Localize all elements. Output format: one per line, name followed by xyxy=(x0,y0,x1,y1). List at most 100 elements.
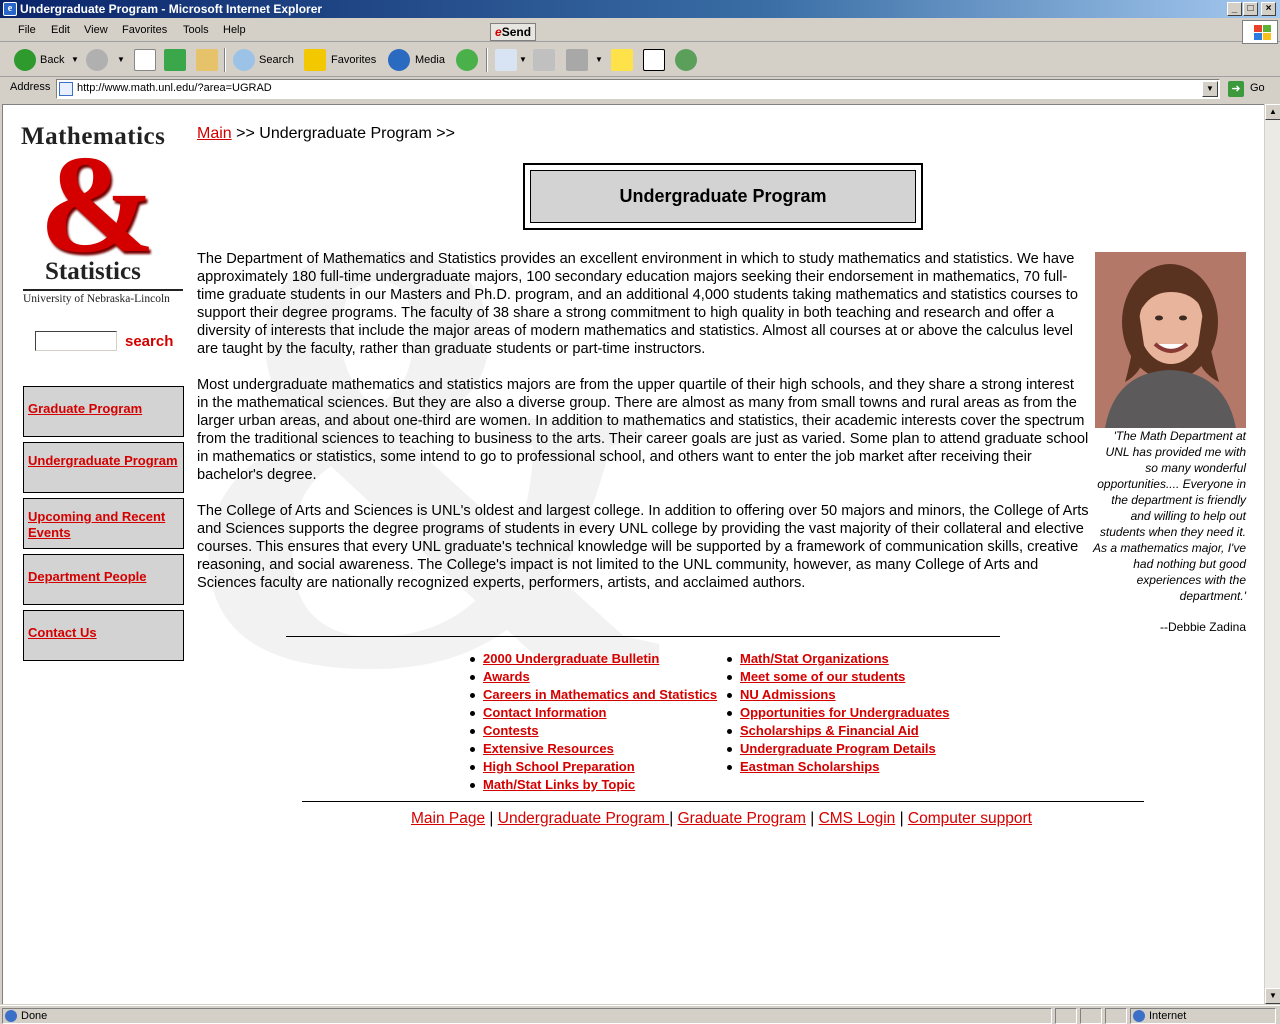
resource-link[interactable]: Contact Information xyxy=(483,705,607,720)
paragraph: The College of Arts and Sciences is UNL'… xyxy=(197,503,1089,591)
search-button[interactable]: search xyxy=(125,333,173,350)
nav-label[interactable]: Upcoming and Recent Events xyxy=(28,503,179,541)
page-title: Undergraduate Program xyxy=(530,170,916,223)
browser-window: e Undergraduate Program - Microsoft Inte… xyxy=(0,0,1280,1024)
footer-link-cms-login[interactable]: CMS Login xyxy=(819,810,896,827)
list-item: Undergraduate Program Details xyxy=(724,740,949,758)
favorites-button[interactable]: Favorites xyxy=(331,48,376,72)
vertical-scrollbar[interactable]: ▲ ▼ xyxy=(1264,104,1280,1004)
nav-graduate-program[interactable]: Graduate Program xyxy=(23,386,184,437)
list-item: NU Admissions xyxy=(724,686,949,704)
menu-edit[interactable]: Edit xyxy=(51,24,70,36)
nav-label[interactable]: Undergraduate Program xyxy=(28,447,179,469)
list-item: Careers in Mathematics and Statistics xyxy=(467,686,717,704)
resource-link[interactable]: Eastman Scholarships xyxy=(740,759,879,774)
quote-author: --Debbie Zadina xyxy=(1159,620,1246,634)
search-button[interactable]: Search xyxy=(259,48,294,72)
mail-dropdown-icon[interactable]: ▼ xyxy=(519,48,527,72)
footer-link-main-page[interactable]: Main Page xyxy=(411,810,485,827)
resource-link[interactable]: Contests xyxy=(483,723,539,738)
messenger-icon[interactable] xyxy=(643,49,665,71)
menu-tools[interactable]: Tools xyxy=(183,24,209,36)
list-item: High School Preparation xyxy=(467,758,717,776)
address-dropdown-icon[interactable]: ▼ xyxy=(1202,81,1218,97)
resource-link[interactable]: NU Admissions xyxy=(740,687,836,702)
page-title-box: Undergraduate Program xyxy=(523,163,923,230)
status-pane xyxy=(1080,1008,1102,1024)
status-text: Done xyxy=(21,1010,48,1022)
list-item: Contests xyxy=(467,722,717,740)
history-icon[interactable] xyxy=(456,49,478,71)
search-icon[interactable] xyxy=(233,49,255,71)
send-button[interactable]: eSend xyxy=(490,23,536,41)
footer-link-graduate[interactable]: Graduate Program xyxy=(678,810,806,827)
resource-link[interactable]: Scholarships & Financial Aid xyxy=(740,723,919,738)
resource-link[interactable]: Careers in Mathematics and Statistics xyxy=(483,687,717,702)
resource-link[interactable]: 2000 Undergraduate Bulletin xyxy=(483,651,659,666)
contacts-icon[interactable] xyxy=(675,49,697,71)
resource-link[interactable]: High School Preparation xyxy=(483,759,635,774)
edit-dropdown-icon[interactable]: ▼ xyxy=(595,48,603,72)
menu-view[interactable]: View xyxy=(84,24,108,36)
forward-arrow-icon[interactable] xyxy=(86,49,108,71)
forward-dropdown-icon[interactable]: ▼ xyxy=(117,48,125,72)
list-item: Contact Information xyxy=(467,704,717,722)
resource-link[interactable]: Extensive Resources xyxy=(483,741,614,756)
nav-upcoming-events[interactable]: Upcoming and Recent Events xyxy=(23,498,184,549)
address-url[interactable]: http://www.math.unl.edu/?area=UGRAD xyxy=(77,82,272,94)
scroll-down-icon[interactable]: ▼ xyxy=(1265,988,1280,1004)
resource-link[interactable]: Awards xyxy=(483,669,530,684)
back-arrow-icon[interactable] xyxy=(14,49,36,71)
menu-file[interactable]: File xyxy=(18,24,36,36)
media-button[interactable]: Media xyxy=(415,48,445,72)
footer-link-undergraduate[interactable]: Undergraduate Program xyxy=(498,810,669,827)
search-input[interactable] xyxy=(35,331,117,351)
favorites-star-icon[interactable] xyxy=(304,49,326,71)
refresh-icon[interactable] xyxy=(164,49,186,71)
address-bar: Address http://www.math.unl.edu/?area=UG… xyxy=(0,78,1280,100)
globe-icon xyxy=(1133,1010,1145,1022)
footer-link-computer-support[interactable]: Computer support xyxy=(908,810,1032,827)
nav-label[interactable]: Graduate Program xyxy=(28,391,179,417)
paragraph: Most undergraduate mathematics and stati… xyxy=(197,377,1089,483)
stop-icon[interactable] xyxy=(134,49,156,71)
divider xyxy=(302,801,1144,802)
back-button[interactable]: Back xyxy=(40,48,64,72)
menu-help[interactable]: Help xyxy=(223,24,246,36)
home-icon[interactable] xyxy=(196,49,218,71)
nav-contact-us[interactable]: Contact Us xyxy=(23,610,184,661)
resource-link[interactable]: Math/Stat Links by Topic xyxy=(483,777,635,792)
resource-link[interactable]: Math/Stat Organizations xyxy=(740,651,889,666)
nav-label[interactable]: Contact Us xyxy=(28,615,179,641)
minimize-button[interactable]: _ xyxy=(1227,2,1242,16)
list-item: Math/Stat Links by Topic xyxy=(467,776,717,794)
discuss-icon[interactable] xyxy=(611,49,633,71)
breadcrumb-main-link[interactable]: Main xyxy=(197,125,232,142)
list-item: Scholarships & Financial Aid xyxy=(724,722,949,740)
status-pane: Done xyxy=(2,1008,1052,1024)
scroll-up-icon[interactable]: ▲ xyxy=(1265,104,1280,120)
maximize-button[interactable]: □ xyxy=(1243,2,1258,16)
send-prefix: e xyxy=(495,25,502,39)
resource-link[interactable]: Meet some of our students xyxy=(740,669,905,684)
nav-undergraduate-program[interactable]: Undergraduate Program xyxy=(23,442,184,493)
address-input[interactable]: http://www.math.unl.edu/?area=UGRAD ▼ xyxy=(56,79,1220,99)
page-done-icon xyxy=(5,1010,17,1022)
status-pane xyxy=(1055,1008,1077,1024)
resource-link[interactable]: Opportunities for Undergraduates xyxy=(740,705,949,720)
edit-icon[interactable] xyxy=(566,49,588,71)
nav-department-people[interactable]: Department People xyxy=(23,554,184,605)
student-photo xyxy=(1095,252,1246,428)
mail-icon[interactable] xyxy=(495,49,517,71)
footer-separator: | xyxy=(895,810,908,827)
back-dropdown-icon[interactable]: ▼ xyxy=(71,48,79,72)
go-button[interactable]: ➜ Go xyxy=(1226,79,1276,99)
close-button[interactable]: × xyxy=(1261,2,1276,16)
resource-link[interactable]: Undergraduate Program Details xyxy=(740,741,936,756)
media-icon[interactable] xyxy=(388,49,410,71)
menu-favorites[interactable]: Favorites xyxy=(122,24,167,36)
nav-label[interactable]: Department People xyxy=(28,559,179,585)
print-icon[interactable] xyxy=(533,49,555,71)
status-pane xyxy=(1105,1008,1127,1024)
logo-university: University of Nebraska-Lincoln xyxy=(23,293,170,305)
